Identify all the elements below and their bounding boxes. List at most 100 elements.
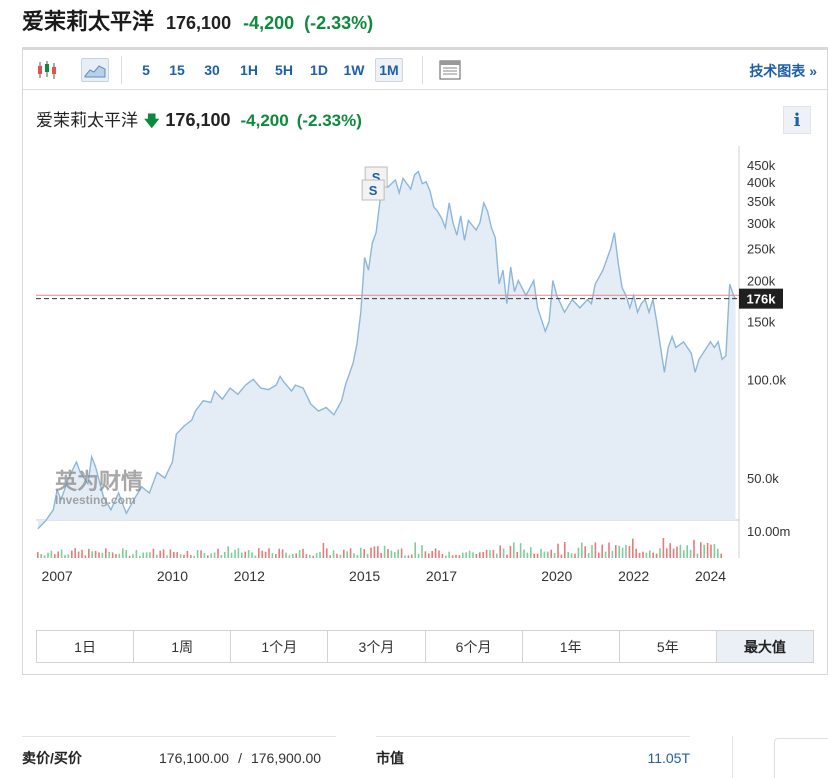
range-button[interactable]: 最大值: [716, 631, 813, 662]
volume-bar: [50, 550, 53, 558]
range-button[interactable]: 6个月: [426, 631, 523, 662]
volume-bar: [564, 542, 566, 558]
volume-bar: [332, 550, 335, 558]
range-button[interactable]: 1日: [37, 631, 135, 662]
volume-bar: [693, 539, 695, 558]
volume-bar: [652, 552, 654, 558]
volume-bar: [241, 552, 243, 558]
volume-bar: [581, 542, 583, 558]
volume-bar: [186, 551, 189, 558]
volume-bar: [322, 542, 325, 558]
volume-bar: [176, 552, 178, 558]
volume-bar: [336, 553, 338, 558]
chart-widget: 5 15 30 1H 5H 1D 1W 1M 技术图表 » 爱茉莉太平洋 🡇 176,100 …: [22, 47, 828, 675]
volume-bar: [625, 545, 627, 558]
volume-bar: [649, 550, 651, 558]
volume-bar: [247, 550, 250, 558]
volume-bar: [475, 554, 478, 558]
bid-value: 176,100.00: [159, 749, 230, 766]
volume-bar: [700, 542, 702, 558]
volume-bar: [720, 553, 722, 558]
range-button[interactable]: 3个月: [328, 631, 426, 662]
volume-bar: [689, 549, 692, 558]
volume-bar: [448, 551, 450, 558]
volume-bar: [672, 548, 675, 558]
volume-bar: [40, 554, 42, 558]
volume-bar: [213, 552, 216, 558]
volume-bar: [315, 553, 318, 558]
volume-bar: [380, 552, 382, 558]
volume-bar: [499, 545, 501, 558]
volume-bar: [594, 542, 597, 558]
volume-bar: [696, 553, 699, 558]
volume-bar: [632, 538, 634, 558]
volume-bar: [428, 553, 430, 558]
volume-bar: [713, 544, 716, 558]
volume-bar: [77, 551, 80, 558]
volume-bar: [57, 551, 59, 558]
volume-bar: [547, 551, 549, 558]
volume-bar: [526, 552, 529, 558]
price-chart[interactable]: 450k 400k 350k 300k 250k 200k 150k 100.0k 50.0k 1…: [23, 50, 827, 620]
volume-bar: [543, 551, 546, 558]
volume-bar: [472, 552, 474, 558]
range-button[interactable]: 5年: [620, 631, 717, 662]
volume-bar: [251, 552, 253, 558]
volume-bar: [669, 543, 671, 558]
volume-bar: [587, 553, 590, 558]
volume-bar: [162, 549, 165, 558]
y-tick-label: 350k: [747, 194, 776, 209]
range-button[interactable]: 1个月: [231, 631, 329, 662]
volume-bar: [683, 550, 685, 558]
volume-bar: [577, 547, 580, 558]
volume-bar: [142, 552, 144, 558]
range-button[interactable]: 1周: [134, 631, 232, 662]
volume-bar: [387, 549, 389, 558]
watermark-text: Investing.com: [55, 493, 136, 507]
x-tick-label: 2022: [618, 568, 649, 584]
volume-tick-label: 10.00m: [747, 524, 790, 539]
volume-bar: [411, 554, 413, 558]
volume-bar: [261, 550, 263, 558]
volume-bar: [706, 543, 709, 558]
volume-bar: [615, 545, 617, 558]
x-tick-label: 2015: [349, 568, 380, 584]
volume-bar: [128, 555, 131, 558]
volume-bar: [516, 551, 518, 558]
ask-value: 176,900.00: [250, 749, 322, 766]
volume-bar: [465, 552, 467, 558]
volume-bar: [659, 548, 661, 558]
volume-bar: [64, 555, 66, 558]
volume-bar: [298, 550, 301, 558]
volume-bar: [105, 548, 107, 558]
volume-bar: [244, 551, 246, 558]
volume-bar: [115, 554, 117, 558]
volume-bar: [417, 553, 420, 558]
volume-bar: [591, 545, 593, 558]
volume-bar: [268, 548, 270, 558]
range-button[interactable]: 1年: [523, 631, 620, 662]
volume-bar: [618, 545, 620, 558]
volume-bar: [424, 551, 427, 558]
volume-bar: [302, 548, 304, 558]
volume-bar: [550, 549, 552, 558]
volume-bar: [200, 550, 202, 558]
volume-bar: [356, 555, 359, 558]
volume-bar: [149, 552, 151, 558]
market-cap-value[interactable]: 11.05T: [647, 750, 690, 766]
volume-bar: [506, 554, 508, 558]
divider: [732, 736, 733, 778]
volume-bar: [71, 550, 73, 558]
volume-bar: [492, 549, 495, 558]
side-panel-edge: [774, 738, 828, 778]
volume-bar: [468, 550, 471, 558]
volume-bar: [601, 544, 603, 558]
volume-bar: [373, 546, 376, 558]
volume-bar: [679, 544, 682, 558]
volume-bar: [462, 552, 464, 558]
volume-bar: [397, 549, 399, 558]
market-cap-label: 市值: [376, 749, 404, 766]
volume-bar: [666, 548, 668, 558]
volume-bar: [451, 555, 454, 558]
volume-bar: [234, 549, 236, 558]
